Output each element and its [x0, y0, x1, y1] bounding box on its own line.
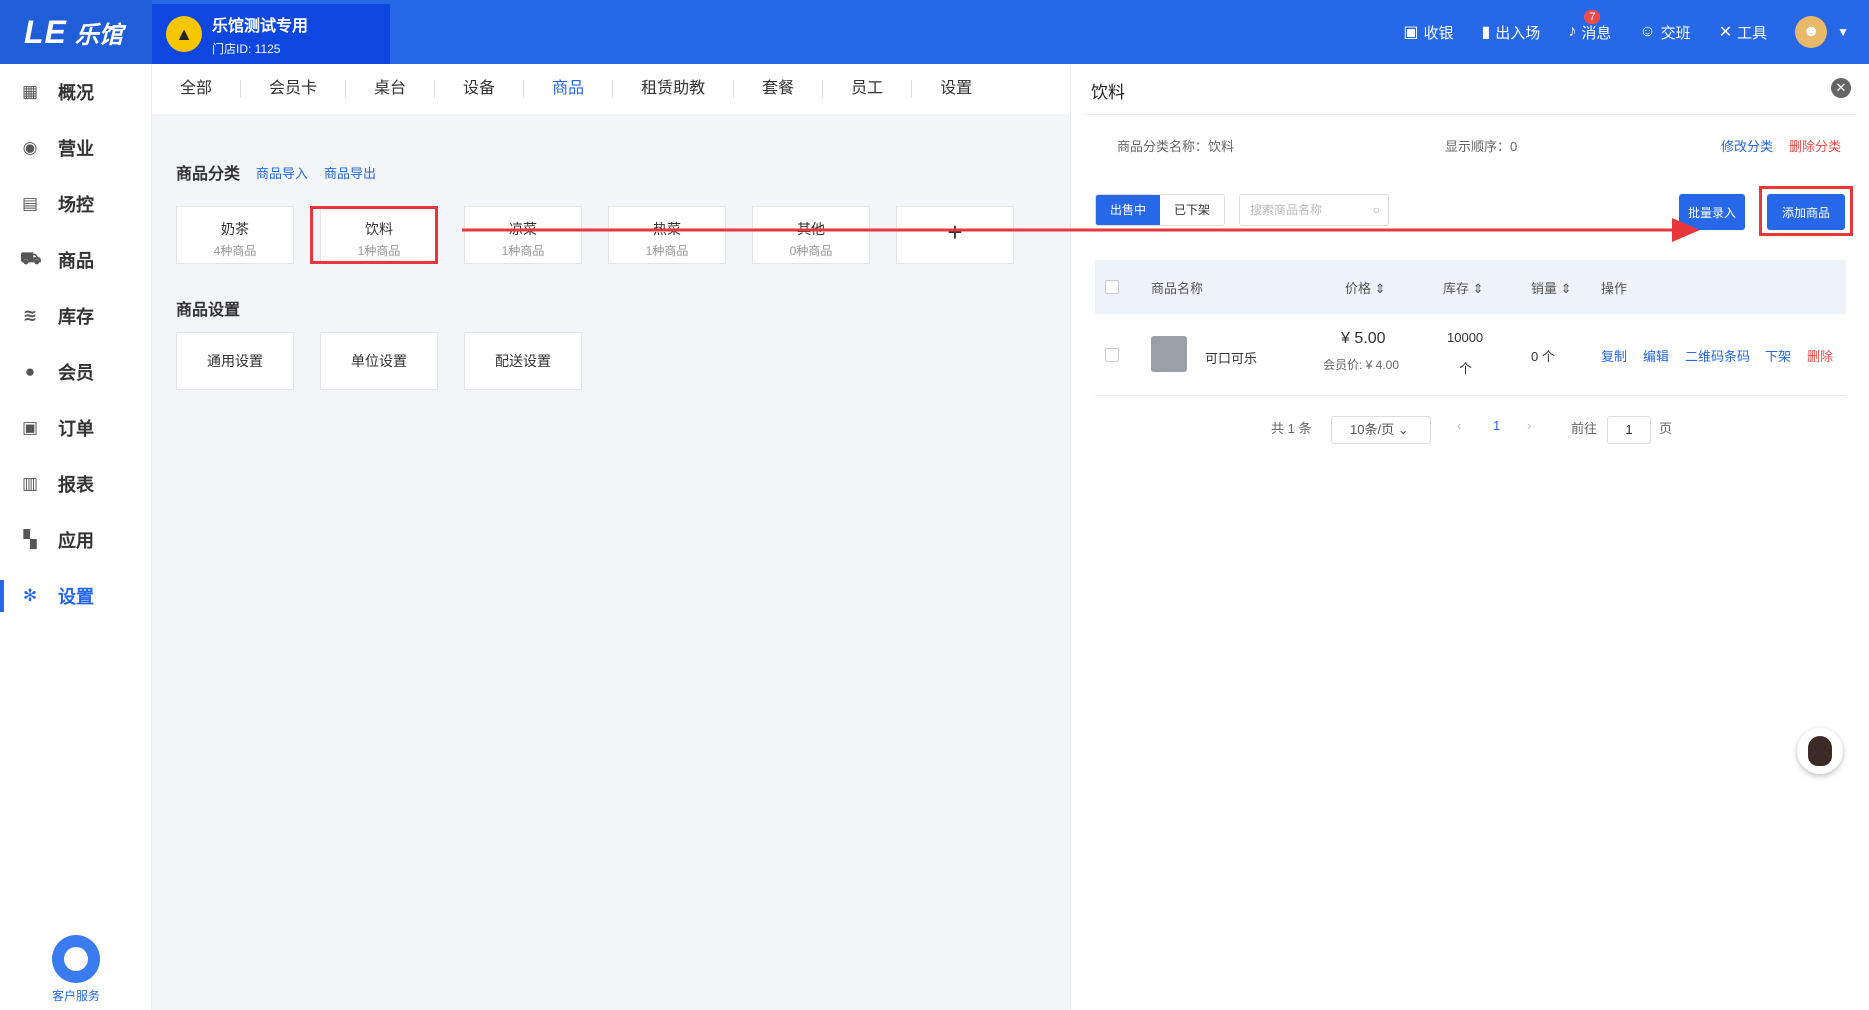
annotation-arrow [462, 218, 1700, 242]
